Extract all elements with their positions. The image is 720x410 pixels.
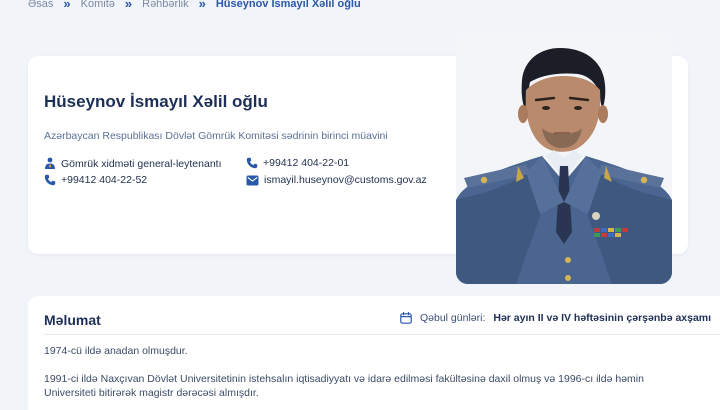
rank-text: Gömrük xidməti general-leytenantı — [61, 157, 222, 170]
email-link[interactable]: ismayil.huseynov@customs.gov.az — [246, 174, 427, 186]
info-card: Məlumat Qəbul günləri: Hər ayın II və IV… — [28, 296, 720, 410]
info-title: Məlumat — [44, 312, 101, 328]
email-text: ismayil.huseynov@customs.gov.az — [264, 174, 427, 186]
breadcrumb-home[interactable]: Əsas — [28, 0, 53, 10]
profile-photo — [456, 32, 672, 284]
reception-days: Qəbul günləri: Hər ayın II və IV həftəsi… — [400, 312, 711, 324]
phone-icon — [44, 174, 56, 186]
reception-value: Hər ayın II və IV həftəsinin çərşənbə ax… — [493, 312, 712, 324]
calendar-icon — [400, 312, 412, 324]
breadcrumb-leadership[interactable]: Rəhbərlik — [142, 0, 188, 10]
breadcrumb-separator-icon: » — [198, 0, 206, 11]
phone-icon — [246, 157, 258, 169]
divider — [44, 334, 720, 335]
reception-label: Qəbul günləri: — [420, 312, 486, 324]
phone-secondary[interactable]: +99412 404-22-52 — [44, 174, 147, 186]
envelope-icon — [246, 175, 259, 185]
phone-primary[interactable]: +99412 404-22-01 — [246, 157, 349, 169]
phone-secondary-text: +99412 404-22-52 — [61, 174, 148, 186]
rank-info: Gömrük xidməti general-leytenantı — [44, 157, 222, 170]
bio-paragraph: 1974-cü ildə anadan olmuşdur. — [44, 345, 188, 357]
breadcrumb-current: Hüseynov İsmayıl Xəlil oğlu — [215, 0, 361, 10]
bio-paragraph: Universiteti bitirərək magistr dərəcəsi … — [44, 387, 259, 399]
person-badge-icon — [45, 157, 55, 169]
phone-primary-text: +99412 404-22-01 — [263, 157, 350, 169]
breadcrumb-separator-icon: » — [63, 0, 71, 11]
official-portrait — [456, 32, 672, 284]
breadcrumb-separator-icon: » — [124, 0, 133, 11]
bio-paragraph: 1991-ci ildə Naxçıvan Dövlət Universitet… — [44, 373, 644, 385]
breadcrumb: Əsas » Komitə » Rəhbərlik » Hüseynov İsm… — [28, 0, 361, 11]
profile-position: Azərbaycan Respublikası Dövlət Gömrük Ko… — [44, 130, 388, 142]
profile-name: Hüseynov İsmayıl Xəlil oğlu — [44, 92, 268, 111]
breadcrumb-committee[interactable]: Komitə — [81, 0, 115, 10]
